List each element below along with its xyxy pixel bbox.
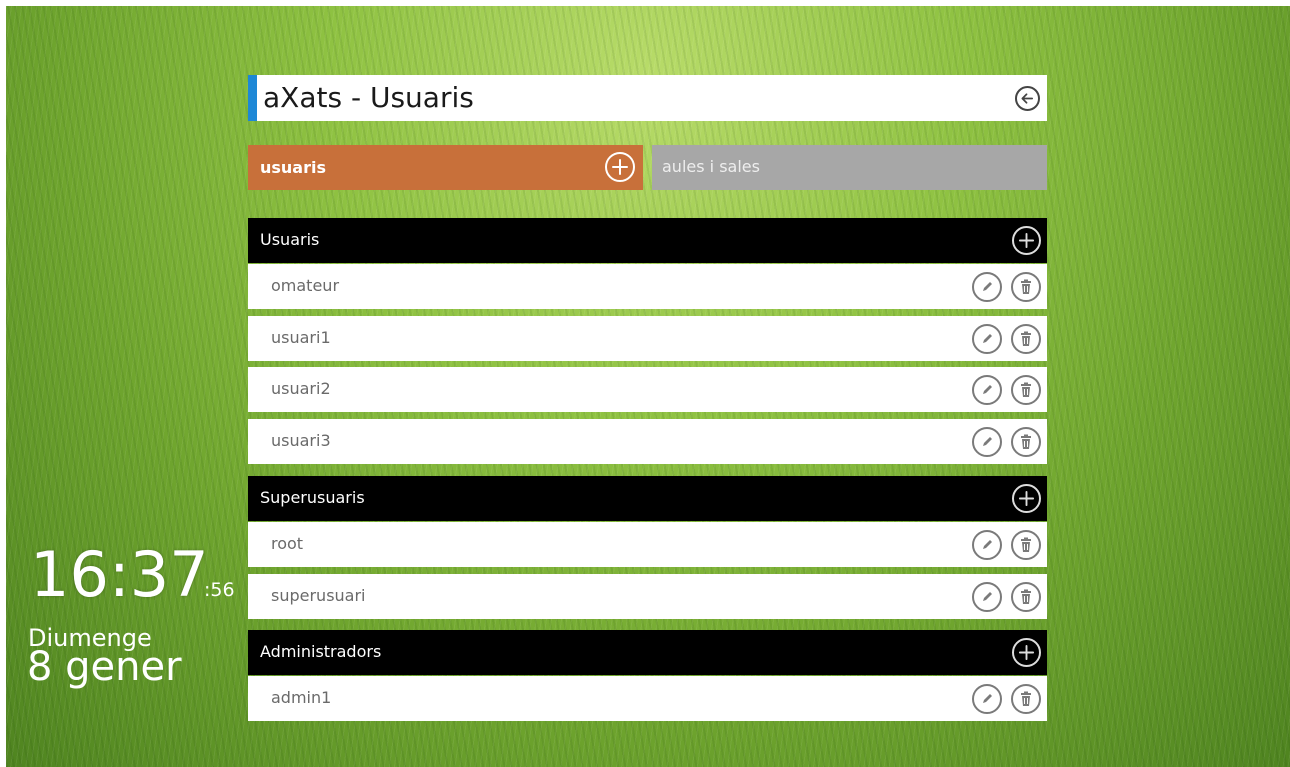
clock-seconds: :56 [204, 579, 235, 601]
trash-icon [1021, 691, 1031, 706]
back-arrow-icon [1021, 93, 1034, 104]
group-title: Superusuaris [260, 488, 365, 507]
add-usuari-tab-button[interactable] [605, 152, 635, 182]
user-row[interactable]: usuari1 [248, 316, 1047, 361]
plus-icon [1018, 232, 1035, 249]
pencil-icon [983, 694, 992, 703]
delete-user-button[interactable] [1011, 272, 1041, 302]
title-bar: aXats - Usuaris [248, 75, 1047, 121]
clock-time: 16:37 [30, 538, 209, 611]
user-row[interactable]: superusuari [248, 574, 1047, 619]
delete-user-button[interactable] [1011, 324, 1041, 354]
trash-icon [1021, 331, 1031, 346]
user-name: admin1 [271, 688, 332, 707]
pencil-icon [983, 540, 992, 549]
back-button[interactable] [1015, 86, 1040, 111]
trash-icon [1021, 589, 1031, 604]
delete-user-button[interactable] [1011, 427, 1041, 457]
tab-aules-i-sales[interactable]: aules i sales [652, 145, 1047, 190]
user-row[interactable]: omateur [248, 264, 1047, 309]
pencil-icon [983, 437, 992, 446]
edit-user-button[interactable] [972, 530, 1002, 560]
user-row[interactable]: usuari2 [248, 367, 1047, 412]
edit-user-button[interactable] [972, 427, 1002, 457]
trash-icon [1021, 537, 1031, 552]
plus-icon [612, 159, 628, 175]
delete-user-button[interactable] [1011, 684, 1041, 714]
edit-user-button[interactable] [972, 375, 1002, 405]
tab-usuaris[interactable]: usuaris [248, 145, 643, 190]
clock-date: 8 gener [27, 644, 182, 690]
user-name: usuari2 [271, 379, 331, 398]
group-title: Administradors [260, 642, 382, 661]
edit-user-button[interactable] [972, 272, 1002, 302]
add-user-button[interactable] [1012, 226, 1041, 255]
add-user-button[interactable] [1012, 484, 1041, 513]
trash-icon [1021, 382, 1031, 397]
pencil-icon [983, 592, 992, 601]
edit-user-button[interactable] [972, 582, 1002, 612]
user-row[interactable]: admin1 [248, 676, 1047, 721]
group-header: Usuaris [248, 218, 1047, 263]
plus-icon [1018, 490, 1035, 507]
user-name: usuari3 [271, 431, 331, 450]
trash-icon [1021, 434, 1031, 449]
tab-aules-label: aules i sales [662, 157, 760, 176]
user-row[interactable]: usuari3 [248, 419, 1047, 464]
user-name: usuari1 [271, 328, 331, 347]
page-title: aXats - Usuaris [263, 81, 474, 114]
group-header: Administradors [248, 630, 1047, 675]
delete-user-button[interactable] [1011, 375, 1041, 405]
add-user-button[interactable] [1012, 638, 1041, 667]
plus-icon [1018, 644, 1035, 661]
user-name: superusuari [271, 586, 366, 605]
pencil-icon [983, 334, 992, 343]
title-accent-bar [248, 75, 257, 121]
edit-user-button[interactable] [972, 684, 1002, 714]
delete-user-button[interactable] [1011, 530, 1041, 560]
user-name: root [271, 534, 304, 553]
trash-icon [1021, 279, 1031, 294]
user-name: omateur [271, 276, 340, 295]
edit-user-button[interactable] [972, 324, 1002, 354]
pencil-icon [983, 282, 992, 291]
group-header: Superusuaris [248, 476, 1047, 521]
delete-user-button[interactable] [1011, 582, 1041, 612]
user-row[interactable]: root [248, 522, 1047, 567]
group-title: Usuaris [260, 230, 320, 249]
tab-usuaris-label: usuaris [260, 158, 326, 177]
pencil-icon [983, 385, 992, 394]
